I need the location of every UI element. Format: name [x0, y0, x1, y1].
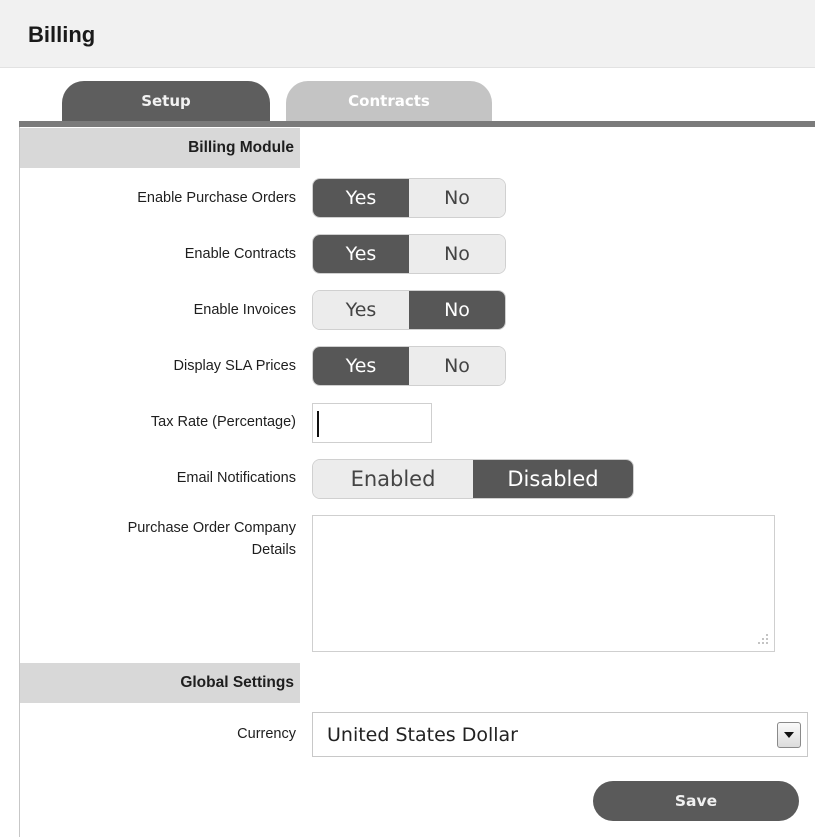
enable-invoices-no[interactable]: No — [409, 291, 505, 329]
global-settings-heading: Global Settings — [20, 663, 300, 703]
enable-contracts-yes[interactable]: Yes — [313, 235, 409, 273]
billing-module-heading: Billing Module — [20, 128, 300, 168]
save-button[interactable]: Save — [593, 781, 799, 821]
enable-purchase-orders-label: Enable Purchase Orders — [137, 190, 296, 206]
display-sla-prices-toggle: Yes No — [312, 346, 506, 386]
enable-purchase-orders-toggle: Yes No — [312, 178, 506, 218]
currency-label: Currency — [237, 726, 296, 742]
email-notifications-label: Email Notifications — [176, 470, 296, 486]
tax-rate-label: Tax Rate (Percentage) — [150, 414, 296, 430]
po-company-details-textarea[interactable] — [312, 515, 775, 652]
display-sla-prices-label: Display SLA Prices — [173, 358, 297, 374]
po-company-details-label-line2: Details — [251, 542, 296, 558]
chevron-down-icon[interactable] — [777, 722, 801, 748]
enable-purchase-orders-no[interactable]: No — [409, 179, 505, 217]
tab-setup[interactable]: Setup — [62, 81, 270, 123]
po-company-details-label: Purchase Order Company Details — [20, 517, 300, 561]
enable-invoices-label: Enable Invoices — [193, 302, 296, 318]
po-company-details-label-line1: Purchase Order Company — [127, 520, 296, 536]
tab-contracts[interactable]: Contracts — [286, 81, 492, 123]
resize-grip-icon[interactable] — [757, 633, 769, 645]
billing-page: Billing Setup Contracts Billing Module E… — [0, 0, 815, 837]
page-title: Billing — [28, 22, 96, 47]
enable-purchase-orders-yes[interactable]: Yes — [313, 179, 409, 217]
enable-invoices-toggle: Yes No — [312, 290, 506, 330]
currency-select[interactable]: United States Dollar — [312, 712, 808, 757]
title-bar: Billing — [0, 0, 815, 68]
display-sla-prices-yes[interactable]: Yes — [313, 347, 409, 385]
enable-contracts-label: Enable Contracts — [184, 246, 296, 262]
text-cursor — [317, 411, 319, 437]
email-notifications-disabled[interactable]: Disabled — [473, 460, 633, 498]
email-notifications-enabled[interactable]: Enabled — [313, 460, 473, 498]
enable-contracts-toggle: Yes No — [312, 234, 506, 274]
email-notifications-toggle: Enabled Disabled — [312, 459, 634, 499]
enable-invoices-yes[interactable]: Yes — [313, 291, 409, 329]
enable-contracts-no[interactable]: No — [409, 235, 505, 273]
tax-rate-input[interactable] — [312, 403, 432, 443]
currency-selected-value: United States Dollar — [327, 724, 518, 746]
tab-divider — [19, 121, 815, 127]
display-sla-prices-no[interactable]: No — [409, 347, 505, 385]
